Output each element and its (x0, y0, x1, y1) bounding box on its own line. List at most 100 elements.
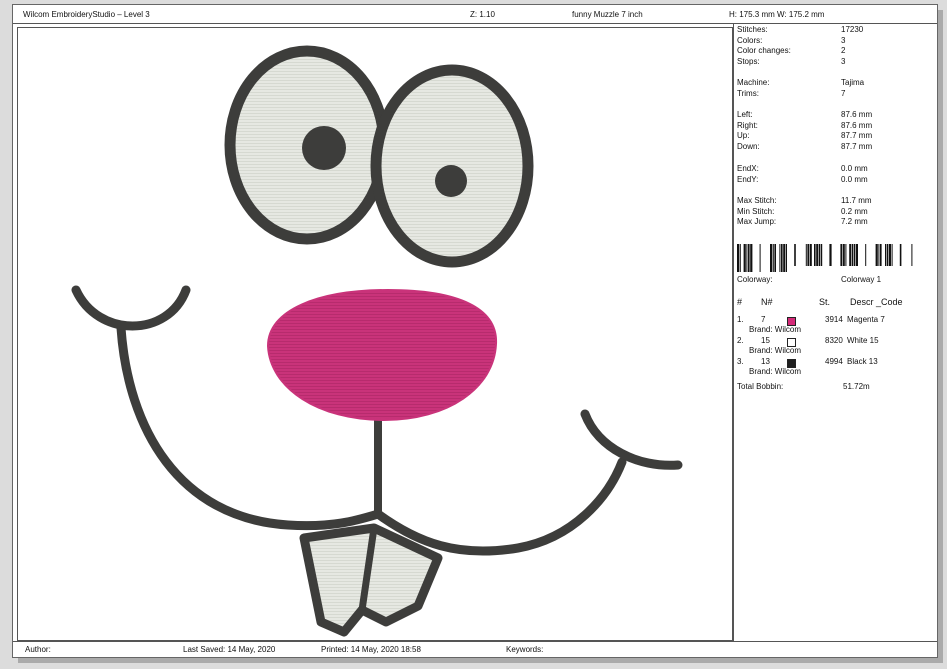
stitch-count: 8320 (825, 336, 843, 345)
needle-number: 7 (761, 315, 766, 324)
stat-value: Tajima (841, 78, 865, 87)
sheet-footer: Author: Last Saved: 14 May, 2020 Printed… (13, 641, 937, 658)
barcode-bar (885, 244, 886, 266)
stat-row: Machine: Tajima (737, 78, 937, 89)
stat-value: 87.6 mm (841, 110, 873, 119)
stat-label: EndX: (737, 164, 759, 173)
barcode-bar (786, 244, 787, 272)
barcode-bar (819, 244, 820, 266)
barcode-bar (805, 244, 807, 266)
cheek-right (580, 409, 683, 470)
barcode-bar (783, 244, 786, 272)
barcode-bar (743, 244, 746, 272)
stat-value: 17230 (841, 25, 864, 34)
nose (266, 288, 498, 422)
zoom-level: Z: 1.10 (470, 10, 495, 19)
stat-row: Stops: 3 (737, 57, 937, 68)
barcode-bar (770, 244, 773, 272)
thread-brand: Brand: Wilcom (749, 346, 802, 355)
barcode-bar (829, 244, 832, 266)
color-description: Black 13 (847, 357, 878, 366)
stat-label: Up: (737, 131, 750, 141)
col-descr-header: Descr _Code (850, 297, 903, 307)
stat-value: 7.2 mm (841, 217, 868, 227)
barcode-bar (820, 244, 823, 266)
page-shadow-right (938, 10, 943, 662)
stat-row: Color changes: 2 (737, 46, 937, 57)
design-preview[interactable] (17, 27, 733, 641)
stat-value: 87.7 mm (841, 131, 873, 141)
thread-brand: Brand: Wilcom (749, 367, 802, 376)
barcode-bar (750, 244, 753, 272)
stat-value: 87.6 mm (841, 120, 873, 130)
app-title: Wilcom EmbroideryStudio – Level 3 (23, 10, 150, 19)
author-label: Author: (25, 645, 51, 654)
stat-row: Colors: 3 (737, 36, 937, 47)
stat-label: Max Stitch: (737, 196, 777, 205)
barcode-bar (737, 244, 740, 272)
stat-label: Stitches: (737, 25, 768, 34)
stat-row: Max Stitch: 11.7 mm (737, 196, 937, 207)
stat-value: 87.7 mm (841, 141, 873, 151)
keywords-label: Keywords: (506, 645, 544, 654)
color-index: 2. (737, 336, 744, 345)
col-needle-header: N# (761, 297, 773, 307)
stat-label: Machine: (737, 78, 770, 87)
stat-label: Left: (737, 110, 753, 119)
barcode-bar (807, 244, 809, 266)
stat-value: 7 (841, 88, 846, 98)
stitch-count: 4994 (825, 357, 843, 366)
barcode-bar (852, 244, 853, 266)
colorway-row: Colorway: Colorway 1 (737, 275, 937, 286)
barcode-bar (849, 244, 852, 266)
stat-label: EndY: (737, 174, 759, 184)
needle-number: 15 (761, 336, 770, 345)
mouth-right (373, 457, 627, 556)
colorway-label: Colorway: (737, 275, 773, 284)
barcode-bar (865, 244, 867, 266)
total-bobbin-row: Total Bobbin: 51.72m (737, 382, 937, 393)
stat-row: Up: 87.7 mm (737, 131, 937, 142)
barcode-bar (886, 244, 889, 266)
stat-value: 0.0 mm (841, 174, 868, 184)
stat-row: Trims: 7 (737, 89, 937, 100)
stat-label: Right: (737, 120, 758, 130)
color-row: 2. 15 8320 White 15 Brand: Wilcom (737, 336, 937, 358)
barcode-bar (888, 244, 891, 266)
barcode-bar (774, 244, 776, 272)
barcode-bar (779, 244, 781, 272)
stat-row: Stitches: 17230 (737, 25, 937, 36)
total-bobbin-value: 51.72m (843, 382, 870, 391)
barcode-bar (739, 244, 741, 272)
stat-label: Down: (737, 141, 760, 151)
stat-value: 0.0 mm (841, 164, 868, 173)
embroidery-design (71, 45, 683, 637)
barcode-bar (855, 244, 858, 266)
barcode-bar (809, 244, 812, 266)
colorway-value: Colorway 1 (841, 275, 882, 284)
color-row: 1. 7 3914 Magenta 7 Brand: Wilcom (737, 315, 937, 337)
barcode-bar (814, 244, 816, 266)
stat-value: 3 (841, 56, 846, 66)
barcode-bar (842, 244, 845, 266)
design-size: H: 175.3 mm W: 175.2 mm (729, 10, 825, 19)
color-row: 3. 13 4994 Black 13 Brand: Wilcom (737, 357, 937, 379)
printed-date: Printed: 14 May, 2020 18:58 (321, 645, 421, 654)
stat-row: EndX: 0.0 mm (737, 164, 937, 175)
stat-value: 2 (841, 46, 846, 56)
barcode-bar (875, 244, 878, 266)
stat-label: Min Stitch: (737, 206, 775, 216)
stat-value: 11.7 mm (841, 196, 872, 205)
barcode-bar (880, 244, 882, 266)
stat-label: Trims: (737, 88, 759, 98)
stat-row: Left: 87.6 mm (737, 110, 937, 121)
color-swatch (787, 338, 796, 347)
needle-number: 13 (761, 357, 770, 366)
stitch-count: 3914 (825, 315, 843, 324)
barcode-bar (891, 244, 893, 266)
barcode-bar (772, 244, 774, 272)
stat-label: Stops: (737, 56, 760, 66)
barcode-bar (781, 244, 783, 272)
barcode-bar (845, 244, 847, 266)
right-pupil (435, 165, 467, 197)
